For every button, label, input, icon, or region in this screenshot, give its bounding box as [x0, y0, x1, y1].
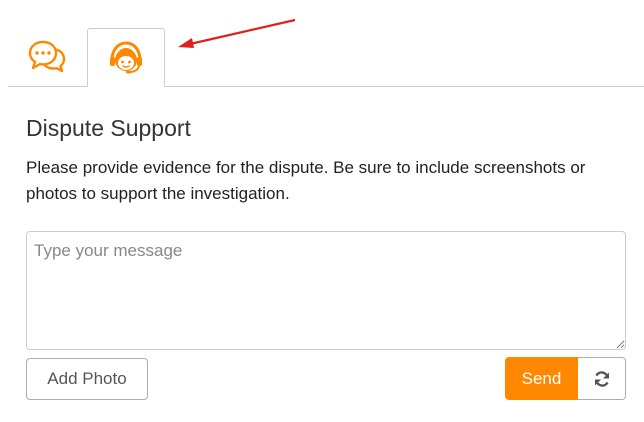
message-input[interactable]	[26, 231, 626, 350]
support-agent-icon	[110, 40, 142, 73]
refresh-icon	[594, 370, 609, 387]
add-photo-button[interactable]: Add Photo	[26, 358, 148, 400]
dispute-support-panel: Dispute Support Please provide evidence …	[0, 0, 644, 422]
tab-bar	[8, 28, 644, 87]
chat-bubbles-icon	[28, 40, 66, 73]
send-button-group: Send	[505, 357, 626, 400]
send-button[interactable]: Send	[505, 357, 578, 400]
instructions-text: Please provide evidence for the dispute.…	[26, 158, 586, 203]
tab-chat[interactable]	[8, 28, 86, 86]
refresh-button[interactable]	[578, 357, 626, 400]
tab-support-agent[interactable]	[87, 28, 165, 87]
page-title: Dispute Support	[26, 115, 191, 141]
annotation-arrow-icon	[178, 18, 296, 48]
